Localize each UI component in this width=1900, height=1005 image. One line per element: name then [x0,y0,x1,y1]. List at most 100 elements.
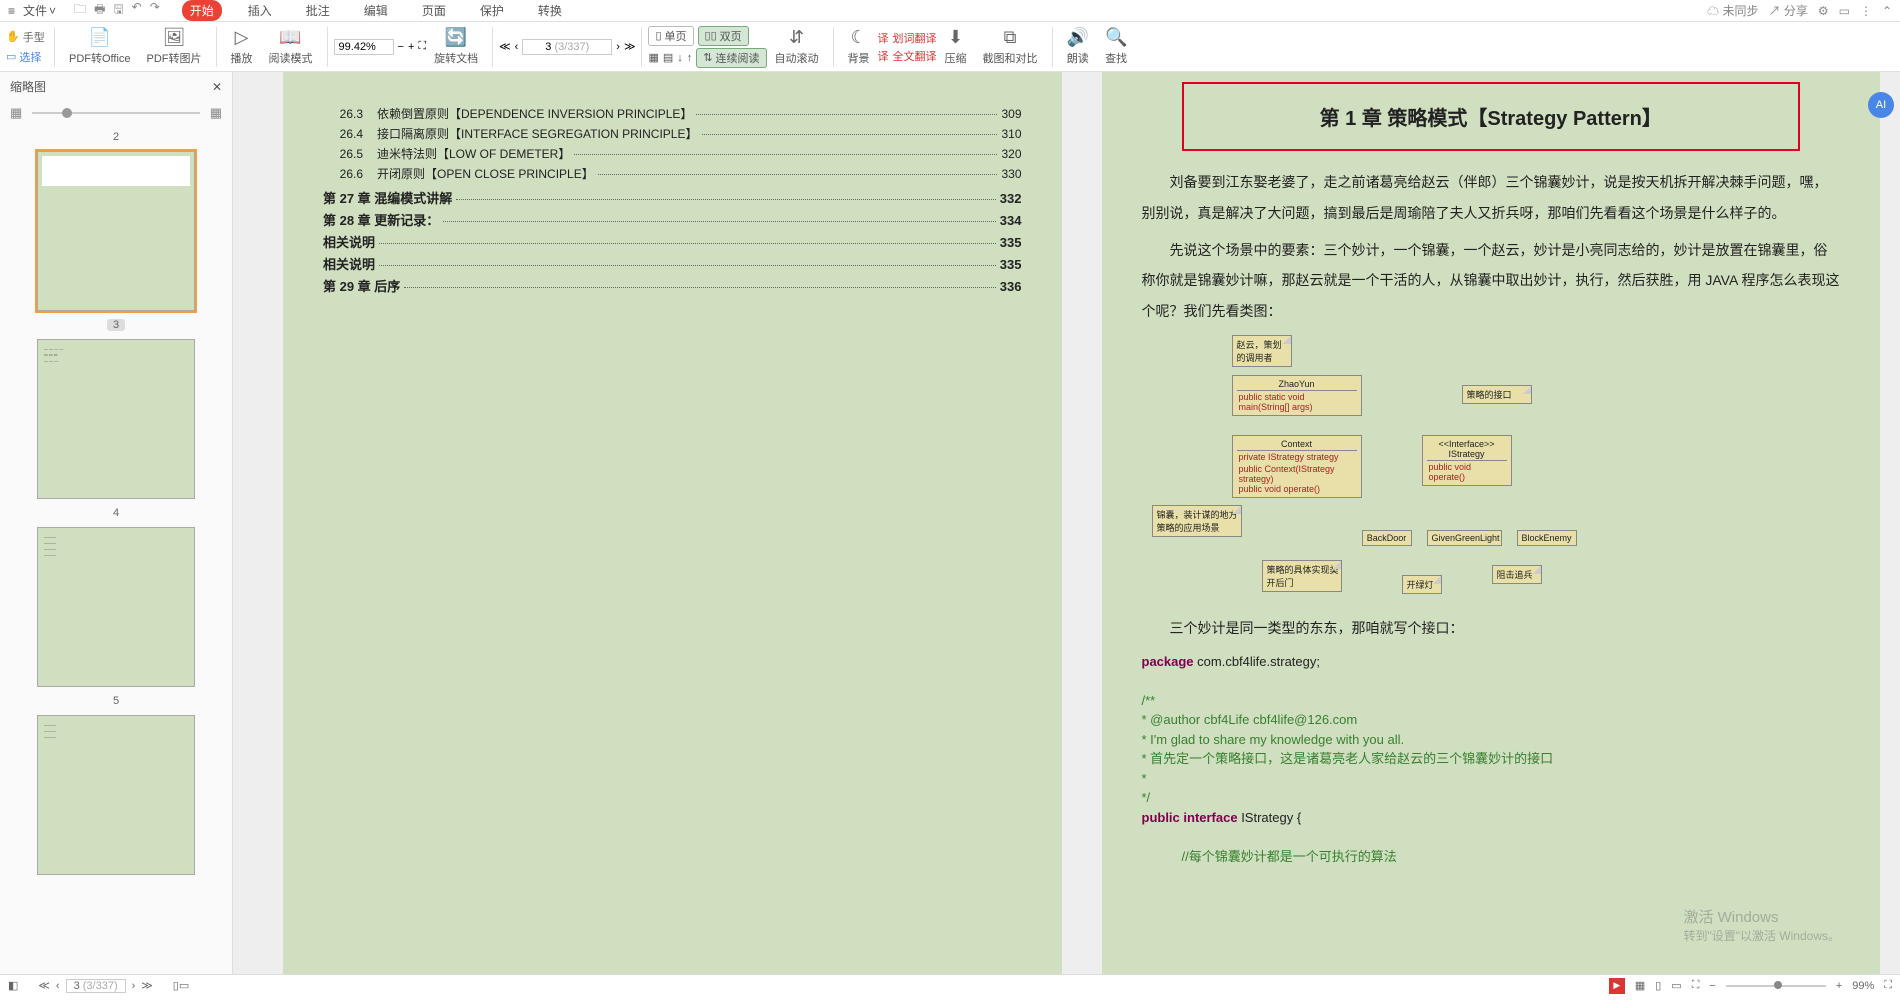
page-input[interactable]: 3 (3/337) [522,39,612,55]
print-icon[interactable]: 🖶 [94,0,105,21]
word-translate[interactable]: 译 划词翻译 [878,30,937,46]
play-button[interactable]: ▷播放 [223,27,261,66]
speaker-icon: 🔊 [1067,27,1089,48]
fullscreen-icon[interactable]: ⛶ [1884,979,1892,992]
share-button[interactable]: ↗ 分享 [1768,2,1807,19]
app-menu-icon[interactable]: ≡ [8,4,15,18]
compress[interactable]: ⬇压缩 [937,27,975,66]
save-icon[interactable]: 🖫 [113,0,123,21]
toc-item[interactable]: 26.3依赖倒置原则【DEPENDENCE INVERSION PRINCIPL… [323,105,1022,122]
toc-chapter[interactable]: 第 28 章 更新记录：334 [323,210,1022,229]
hand-tool[interactable]: ✋ 手型 [6,29,48,45]
first-page-icon[interactable]: ≪ [38,979,50,992]
toc-item[interactable]: 26.4接口隔离原则【INTERFACE SEGREGATION PRINCIP… [323,125,1022,142]
redo-icon[interactable]: ↷ [150,0,160,21]
find[interactable]: 🔍查找 [1097,27,1135,66]
arrow-up-icon[interactable]: ↑ [687,52,693,64]
auto-scroll[interactable]: ⇵自动滚动 [767,27,827,66]
thumbnail-page-2[interactable] [37,151,195,311]
toc-chapter[interactable]: 相关说明335 [323,254,1022,273]
view-mode-icon-3[interactable]: ▭ [1671,979,1681,992]
first-page-icon[interactable]: ≪ [499,40,511,53]
prev-page-icon[interactable]: ‹ [56,980,60,992]
file-menu[interactable]: 文件 ˅ [19,2,60,19]
next-page-icon[interactable]: › [132,980,136,992]
layout-icon-2[interactable]: ▭ [179,979,189,992]
toc-chapter[interactable]: 相关说明335 [323,232,1022,251]
thumbnail-page-5[interactable]: ————————— [37,715,195,875]
thumbnail-page-4[interactable]: ———————————— [37,527,195,687]
more-icon[interactable]: ⋮ [1860,4,1872,18]
close-sidebar-icon[interactable]: ✕ [212,80,222,94]
rotate-doc[interactable]: 🔄旋转文档 [426,27,486,66]
tab-edit[interactable]: 编辑 [356,0,396,21]
last-page-icon[interactable]: ≫ [141,979,153,992]
status-zoom-level[interactable]: 99% [1852,980,1874,992]
view-mode-icon-1[interactable]: ▦ [1635,979,1645,992]
single-page[interactable]: ▯ 单页 [648,26,693,46]
view-layout-group: ▯ 单页 ▯▯ 双页 ▦ ▤ ↓ ↑ ⇅ 连续阅读 [648,26,766,68]
list-view-icon[interactable]: ▤ [663,51,673,64]
ribbon-toolbar: ✋ 手型 ▭ 选择 📄PDF转Office 🖼PDF转图片 ▷播放 📖阅读模式 … [0,22,1900,72]
thumb-pagenum: 2 [113,131,119,143]
reading-mode[interactable]: 📖阅读模式 [261,27,321,66]
tab-protect[interactable]: 保护 [472,0,512,21]
ai-assistant-button[interactable]: AI [1868,92,1894,118]
menubar-right: ☁ 未同步 ↗ 分享 ⚙ ▭ ⋮ ⌃ [1707,2,1892,19]
tab-convert[interactable]: 转换 [530,0,570,21]
tab-insert[interactable]: 插入 [240,0,280,21]
next-page-icon[interactable]: › [616,41,620,53]
sidepanel-toggle-icon[interactable]: ◧ [8,979,18,992]
toc-item[interactable]: 26.5迪米特法则【LOW OF DEMETER】320 [323,145,1022,162]
last-page-icon[interactable]: ≫ [624,40,636,53]
open-icon[interactable]: 🗀 [74,0,86,21]
zoom-in-icon[interactable]: + [1836,980,1842,992]
chapter-title: 第 1 章 策略模式【Strategy Pattern】 [1182,82,1801,151]
double-page[interactable]: ▯▯ 双页 [698,26,749,46]
tab-annotate[interactable]: 批注 [298,0,338,21]
undo-icon[interactable]: ↶ [132,0,142,21]
collapse-ribbon-icon[interactable]: ⌃ [1882,4,1892,18]
tab-page[interactable]: 页面 [414,0,454,21]
grid-large-icon[interactable]: ▦ [210,105,222,121]
thumb-size-slider[interactable] [32,112,199,114]
gear-icon[interactable]: ⚙ [1818,4,1829,18]
uml-class-zhaoyun: ZhaoYunpublic static void main(String[] … [1232,375,1362,416]
fit-icon[interactable]: ⛶ [418,40,426,53]
prev-page-icon[interactable]: ‹ [515,41,519,53]
toc-chapter[interactable]: 第 27 章 混编模式讲解332 [323,188,1022,207]
thumb-pagenum: 4 [113,507,119,519]
full-translate[interactable]: 译 全文翻译 [878,48,937,64]
sync-status[interactable]: ☁ 未同步 [1707,2,1758,19]
screenshot-compare[interactable]: ⧉截图和对比 [975,27,1046,66]
thumbnail-list[interactable]: 2 3 — — — —▭ ▭ ▭— — — 4 ———————————— 5 —… [0,125,232,974]
zoom-level[interactable]: 99.42% [334,39,394,55]
fit-width-icon[interactable]: ⛶ [1692,979,1700,992]
zoom-in-icon[interactable]: + [408,41,414,53]
toc-chapter[interactable]: 第 29 章 后序336 [323,276,1022,295]
thumb-size-slider-row: ▦ ▦ [0,101,232,125]
tab-start[interactable]: 开始 [182,0,222,21]
document-viewport[interactable]: AI 26.3依赖倒置原则【DEPENDENCE INVERSION PRINC… [233,72,1900,974]
arrow-down-icon[interactable]: ↓ [677,52,683,64]
pdf-to-office[interactable]: 📄PDF转Office [61,27,139,66]
continuous-reading[interactable]: ⇅ 连续阅读 [696,48,766,68]
read-aloud[interactable]: 🔊朗读 [1059,27,1097,66]
thumbnail-page-3[interactable]: — — — —▭ ▭ ▭— — — [37,339,195,499]
thumb-view-icon[interactable]: ▦ [648,51,658,64]
select-tool[interactable]: ▭ 选择 [6,49,48,65]
zoom-out-icon[interactable]: − [398,41,404,53]
zoom-out-icon[interactable]: − [1709,980,1715,992]
screenshot-icon: ⧉ [1004,27,1017,48]
view-mode-icon-2[interactable]: ▯ [1655,979,1661,992]
pdf-to-image[interactable]: 🖼PDF转图片 [139,27,210,66]
grid-small-icon[interactable]: ▦ [10,105,22,121]
play-slideshow-button[interactable]: ▶ [1609,978,1625,994]
toc-item[interactable]: 26.6开闭原则【OPEN CLOSE PRINCIPLE】330 [323,165,1022,182]
window-icon[interactable]: ▭ [1839,4,1850,18]
image-icon: 🖼 [163,27,186,48]
status-page-input[interactable]: 3 (3/337) [66,979,126,993]
background[interactable]: ☾背景 [840,27,878,66]
status-zoom-slider[interactable] [1726,985,1826,987]
sidebar-title: 缩略图 [10,78,46,95]
